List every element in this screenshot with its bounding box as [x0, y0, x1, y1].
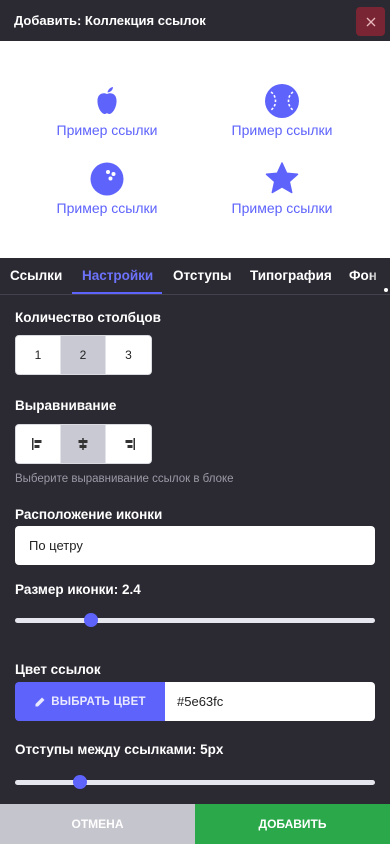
- align-center-icon: [78, 438, 88, 450]
- modal-footer: ОТМЕНА ДОБАВИТЬ: [0, 804, 390, 844]
- link-color-label: Цвет ссылок: [15, 662, 101, 677]
- color-hex-input[interactable]: [165, 682, 375, 721]
- slider-track: [15, 618, 375, 623]
- alignment-hint: Выберите выравнивание ссылок в блоке: [15, 473, 234, 485]
- modal-header: Добавить: Коллекция ссылок: [0, 0, 390, 41]
- align-center-button[interactable]: [61, 425, 106, 463]
- columns-selector: 1 2 3: [15, 335, 152, 375]
- align-left-button[interactable]: [16, 425, 61, 463]
- alignment-label: Выравнивание: [15, 398, 117, 413]
- links-preview: Пример ссылки Пример ссылки Пример ссылк…: [0, 41, 390, 258]
- add-button[interactable]: ДОБАВИТЬ: [195, 804, 390, 844]
- tab-spacing[interactable]: Отступы: [173, 268, 232, 283]
- close-button[interactable]: [356, 7, 385, 36]
- link-spacing-label: Отступы между ссылками: 5px: [15, 742, 224, 757]
- icon-position-select[interactable]: По цетру: [15, 526, 375, 565]
- preview-link-label: Пример ссылки: [56, 122, 158, 138]
- icon-size-label: Размер иконки: 2.4: [15, 582, 141, 597]
- columns-option-3[interactable]: 3: [106, 336, 151, 374]
- pick-color-label: ВЫБРАТЬ ЦВЕТ: [51, 695, 146, 708]
- settings-tabs: Ссылки Настройки Отступы Типография Фон: [0, 258, 390, 295]
- columns-option-2[interactable]: 2: [61, 336, 106, 374]
- tabs-divider: [0, 294, 390, 295]
- baseball-icon: [265, 84, 299, 118]
- tabs-scroll-indicator[interactable]: [384, 288, 388, 292]
- preview-link-1[interactable]: Пример ссылки: [32, 83, 182, 138]
- align-right-button[interactable]: [106, 425, 151, 463]
- icon-position-label: Расположение иконки: [15, 507, 163, 522]
- preview-link-label: Пример ссылки: [231, 200, 333, 216]
- preview-link-label: Пример ссылки: [231, 122, 333, 138]
- preview-link-2[interactable]: Пример ссылки: [207, 83, 357, 138]
- icon-size-slider[interactable]: [15, 612, 375, 628]
- preview-link-3[interactable]: Пример ссылки: [32, 161, 182, 216]
- slider-thumb[interactable]: [83, 613, 98, 627]
- preview-link-label: Пример ссылки: [56, 200, 158, 216]
- alignment-selector: [15, 424, 152, 464]
- tab-settings[interactable]: Настройки: [82, 268, 153, 283]
- cancel-button[interactable]: ОТМЕНА: [0, 804, 195, 844]
- link-color-control: ВЫБРАТЬ ЦВЕТ: [15, 682, 375, 721]
- slider-thumb[interactable]: [72, 775, 87, 789]
- star-icon: [265, 162, 299, 194]
- link-spacing-slider[interactable]: [15, 774, 375, 790]
- columns-label: Количество столбцов: [15, 310, 161, 325]
- apple-icon: [97, 87, 117, 114]
- align-right-icon: [125, 438, 135, 450]
- tab-links[interactable]: Ссылки: [10, 268, 62, 283]
- tab-typography[interactable]: Типография: [250, 268, 332, 283]
- close-icon: [366, 17, 375, 26]
- preview-link-4[interactable]: Пример ссылки: [207, 161, 357, 216]
- modal-title: Добавить: Коллекция ссылок: [14, 13, 206, 28]
- bowling-ball-icon: [90, 162, 124, 196]
- pick-color-button[interactable]: ВЫБРАТЬ ЦВЕТ: [15, 682, 165, 721]
- columns-option-1[interactable]: 1: [16, 336, 61, 374]
- eyedropper-icon: [35, 697, 45, 706]
- align-left-icon: [32, 438, 42, 450]
- slider-track: [15, 780, 375, 785]
